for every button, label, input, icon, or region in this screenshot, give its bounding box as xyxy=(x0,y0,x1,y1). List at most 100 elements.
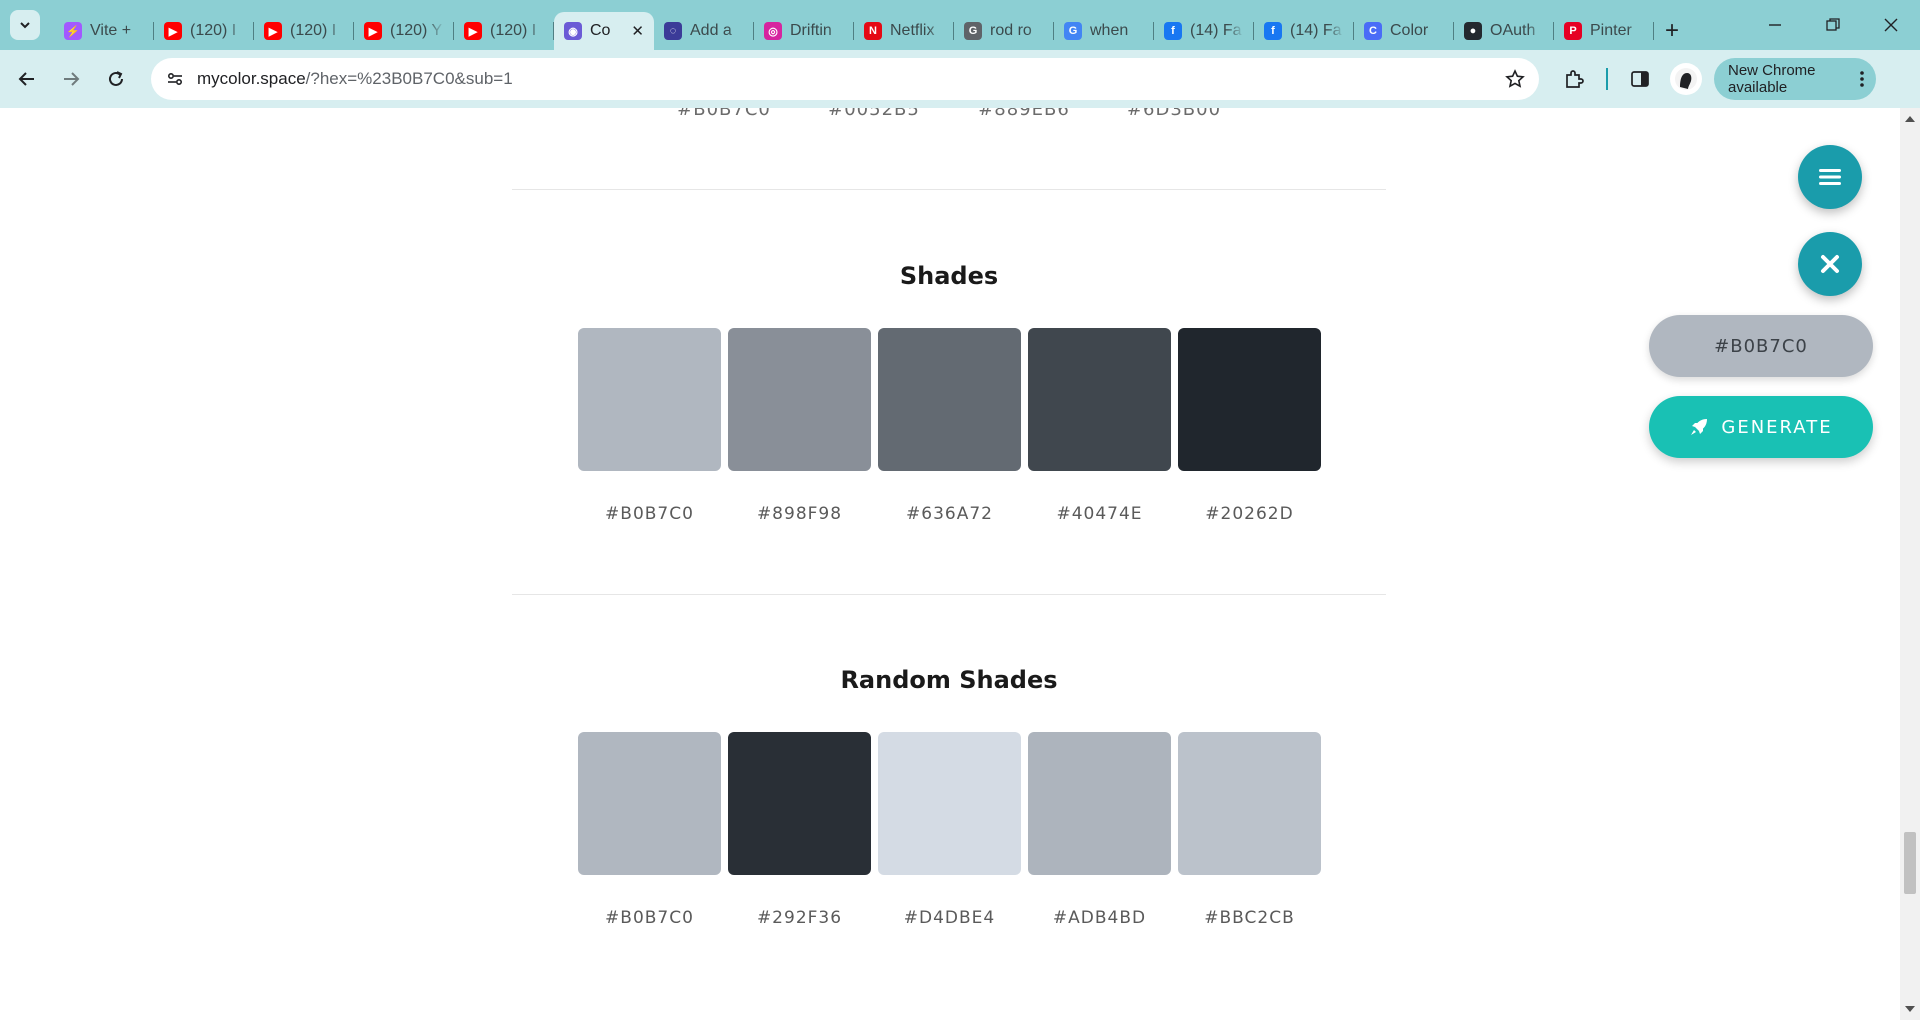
shade-swatch[interactable] xyxy=(728,328,871,471)
circle-logo-icon: ◌ xyxy=(664,22,682,40)
tab-title: (120) I xyxy=(490,22,537,39)
random-shades-labels: #B0B7C0 #292F36 #D4DBE4 #ADB4BD #BBC2CB xyxy=(578,908,1321,928)
browser-tab[interactable]: ▶ (120) I xyxy=(254,12,354,50)
shades-title: Shades xyxy=(899,262,999,290)
profile-avatar[interactable] xyxy=(1670,63,1702,95)
instagram-icon: ◎ xyxy=(764,22,782,40)
vite-icon: ⚡ xyxy=(64,22,82,40)
scroll-down-arrow-icon[interactable] xyxy=(1905,1006,1915,1012)
reload-button[interactable] xyxy=(100,63,132,95)
page-scrollbar[interactable] xyxy=(1900,108,1920,1020)
tab-title: (120) Y xyxy=(390,22,443,39)
restore-button[interactable] xyxy=(1804,0,1862,50)
toolbar-separator xyxy=(1606,68,1608,90)
palette-hex-label[interactable]: #889EB6 xyxy=(954,108,1094,120)
tab-list: ⚡ Vite + ▶ (120) I ▶ (120) I ▶ (120) Y ▶ (120) I ◉… xyxy=(54,6,1690,50)
tab-title: Pinter xyxy=(1590,22,1632,39)
rocket-icon xyxy=(1691,419,1708,435)
menu-button[interactable] xyxy=(1798,145,1862,209)
random-shade-hex-label[interactable]: #ADB4BD xyxy=(1028,908,1171,928)
palette-hex-label[interactable]: #B0B7C0 xyxy=(654,108,794,120)
extensions-button[interactable] xyxy=(1558,63,1590,95)
random-shade-swatch[interactable] xyxy=(1178,732,1321,875)
random-shade-hex-label[interactable]: #292F36 xyxy=(728,908,871,928)
tab-title: (14) Fa xyxy=(1190,22,1242,39)
google-icon: G xyxy=(1064,22,1082,40)
tab-title: Color xyxy=(1390,22,1429,39)
random-shade-hex-label[interactable]: #BBC2CB xyxy=(1178,908,1321,928)
close-icon xyxy=(1884,18,1898,32)
browser-tab[interactable]: ⚡ Vite + xyxy=(54,12,154,50)
hamburger-menu-icon xyxy=(1819,169,1841,185)
random-shade-swatch[interactable] xyxy=(578,732,721,875)
github-icon: ● xyxy=(1464,22,1482,40)
browser-tab[interactable]: N Netflix xyxy=(854,12,954,50)
youtube-icon: ▶ xyxy=(264,22,282,40)
shade-hex-label[interactable]: #20262D xyxy=(1178,504,1321,524)
youtube-icon: ▶ xyxy=(164,22,182,40)
url-text[interactable]: mycolor.space/?hex=%23B0B7C0&sub=1 xyxy=(197,69,513,89)
bookmark-star-icon[interactable] xyxy=(1505,69,1525,89)
browser-tab[interactable]: C Color xyxy=(1354,12,1454,50)
browser-tab[interactable]: Gwhen xyxy=(1054,12,1154,50)
tab-title: Co xyxy=(590,22,611,39)
random-shade-hex-label[interactable]: #B0B7C0 xyxy=(578,908,721,928)
url-path: /?hex=%23B0B7C0&sub=1 xyxy=(305,69,513,88)
shades-swatches xyxy=(578,328,1321,471)
chrome-update-button[interactable]: New Chrome available xyxy=(1714,58,1876,100)
palette-hex-label[interactable]: #0052B5 xyxy=(804,108,944,120)
random-shade-swatch[interactable] xyxy=(1028,732,1171,875)
chrome-update-label: New Chrome available xyxy=(1728,62,1816,96)
shade-hex-label[interactable]: #B0B7C0 xyxy=(578,504,721,524)
new-tab-button[interactable]: + xyxy=(1654,12,1690,50)
side-panel-button[interactable] xyxy=(1624,63,1656,95)
site-settings-icon[interactable] xyxy=(165,69,185,89)
close-window-button[interactable] xyxy=(1862,0,1920,50)
shade-swatch[interactable] xyxy=(1178,328,1321,471)
browser-tab[interactable]: f (14) Fa xyxy=(1154,12,1254,50)
palette-hex-label[interactable]: #6D3B00 xyxy=(1104,108,1244,120)
random-shade-swatch[interactable] xyxy=(728,732,871,875)
facebook-icon: f xyxy=(1264,22,1282,40)
random-shade-swatch[interactable] xyxy=(878,732,1021,875)
random-shades-swatches xyxy=(578,732,1321,875)
current-color-input[interactable]: #B0B7C0 xyxy=(1649,315,1873,377)
back-button[interactable] xyxy=(11,63,43,95)
generate-button[interactable]: GENERATE xyxy=(1649,396,1873,458)
tab-title: (14) Fa xyxy=(1290,22,1342,39)
tab-search-button[interactable] xyxy=(10,10,40,40)
browser-tab[interactable]: P Pinter xyxy=(1554,12,1654,50)
scroll-up-arrow-icon[interactable] xyxy=(1905,116,1915,122)
browser-tab[interactable]: ● OAuth xyxy=(1454,12,1554,50)
tab-title: Netflix xyxy=(890,22,935,39)
close-panel-button[interactable] xyxy=(1798,232,1862,296)
scrollbar-thumb[interactable] xyxy=(1904,832,1916,894)
shade-hex-label[interactable]: #40474E xyxy=(1028,504,1171,524)
close-tab-icon[interactable]: ✕ xyxy=(631,22,644,40)
shade-hex-label[interactable]: #898F98 xyxy=(728,504,871,524)
shade-swatch[interactable] xyxy=(1028,328,1171,471)
shade-swatch[interactable] xyxy=(578,328,721,471)
browser-tab[interactable]: ◌ Add a xyxy=(654,12,754,50)
tab-title: (120) I xyxy=(290,22,337,39)
browser-tab[interactable]: ◎ Driftin xyxy=(754,12,854,50)
random-shade-hex-label[interactable]: #D4DBE4 xyxy=(878,908,1021,928)
browser-tab[interactable]: ▶ (120) I xyxy=(454,12,554,50)
shade-hex-label[interactable]: #636A72 xyxy=(878,504,1021,524)
browser-tab[interactable]: ▶ (120) Y xyxy=(354,12,454,50)
minimize-button[interactable] xyxy=(1746,0,1804,50)
shade-swatch[interactable] xyxy=(878,328,1021,471)
tab-strip: ⚡ Vite + ▶ (120) I ▶ (120) I ▶ (120) Y ▶ (120) I ◉… xyxy=(0,0,1920,50)
puzzle-icon xyxy=(1566,70,1584,88)
address-bar[interactable]: mycolor.space/?hex=%23B0B7C0&sub=1 xyxy=(151,58,1539,100)
browser-tab[interactable]: Grod ro xyxy=(954,12,1054,50)
forward-button[interactable] xyxy=(55,63,87,95)
generate-label: GENERATE xyxy=(1721,416,1833,438)
pinterest-icon: P xyxy=(1564,22,1582,40)
browser-tab[interactable]: ◉ Co ✕ xyxy=(554,12,654,50)
color-c-icon: C xyxy=(1364,22,1382,40)
browser-tab[interactable]: f (14) Fa xyxy=(1254,12,1354,50)
browser-tab[interactable]: ▶ (120) I xyxy=(154,12,254,50)
section-divider xyxy=(512,594,1386,595)
facebook-icon: f xyxy=(1164,22,1182,40)
